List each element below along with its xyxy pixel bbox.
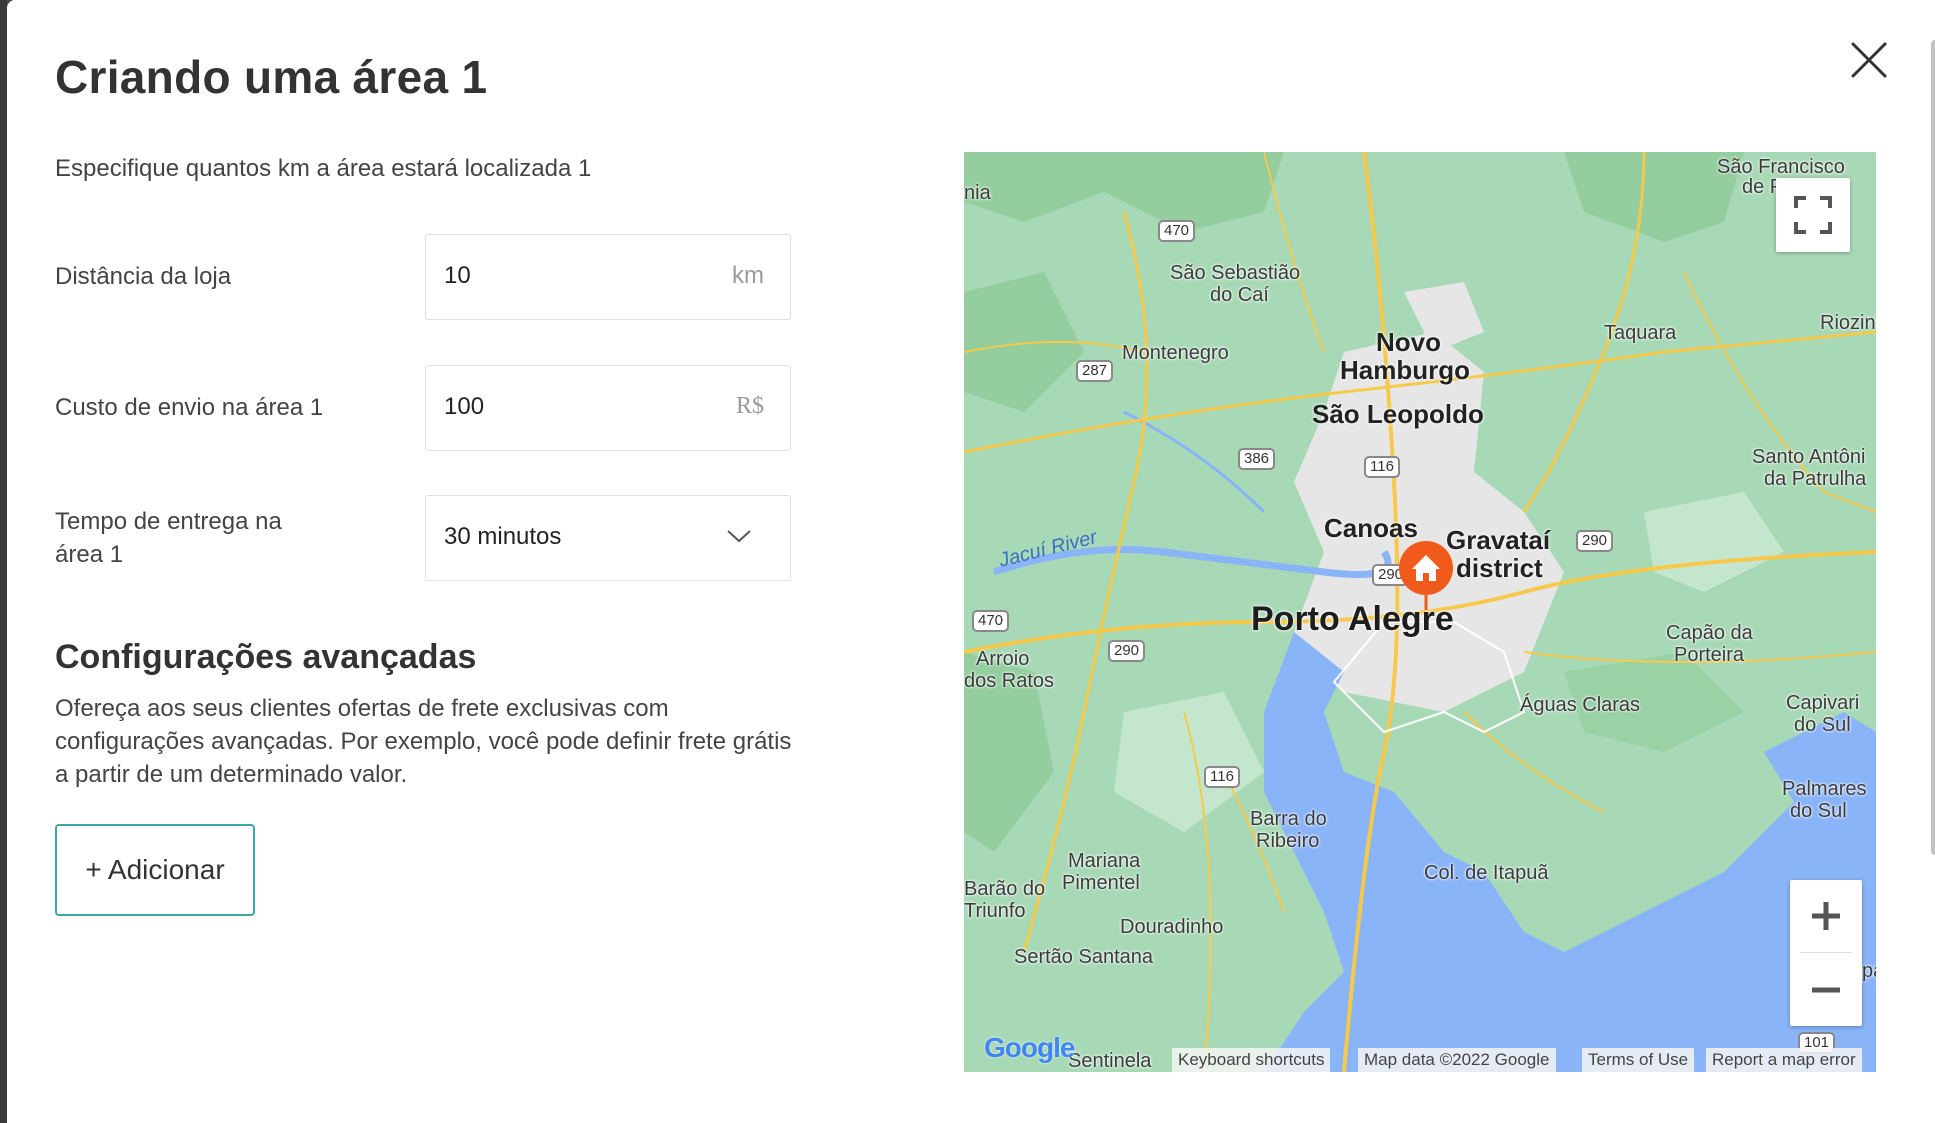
delivery-time-label-line2: área 1 — [55, 541, 124, 568]
report-error-link[interactable]: Report a map error — [1706, 1048, 1862, 1072]
delivery-time-value: 30 minutos — [444, 523, 562, 550]
map-label: São Francisco — [1717, 156, 1845, 178]
map-label: Riozin — [1820, 312, 1876, 334]
add-button[interactable]: + Adicionar — [55, 824, 255, 916]
route-shield: 116 — [1364, 456, 1400, 478]
shipping-cost-field[interactable]: 100 R$ — [425, 365, 791, 451]
advanced-settings-description: Ofereça aos seus clientes ofertas de fre… — [55, 695, 792, 788]
zoom-out-button[interactable] — [1790, 954, 1862, 1026]
map-label: Montenegro — [1122, 342, 1229, 364]
route-shield: 116 — [1204, 766, 1240, 788]
map-label: Palmares — [1782, 778, 1867, 800]
terms-link[interactable]: Terms of Use — [1582, 1048, 1695, 1072]
map-label: Novo — [1376, 327, 1441, 357]
map-label: Porteira — [1674, 644, 1745, 666]
map-label: Sertão Santana — [1014, 946, 1153, 968]
map-label: Santo Antôni — [1752, 446, 1866, 468]
map-label: Ribeiro — [1256, 830, 1320, 852]
shipping-cost-label: Custo de envio na área 1 — [55, 394, 324, 421]
chevron-down-icon — [726, 528, 752, 549]
zoom-in-button[interactable] — [1790, 880, 1862, 952]
map-label: Douradinho — [1120, 916, 1224, 938]
delivery-time-label: Tempo de entrega na área 1 — [55, 505, 282, 571]
store-pin[interactable] — [1398, 540, 1454, 612]
map-data-text: Map data ©2022 Google — [1358, 1048, 1556, 1072]
map-label: da Patrulha — [1764, 468, 1867, 490]
delivery-time-select[interactable]: 30 minutos — [425, 495, 791, 581]
map-label: do Sul — [1794, 714, 1851, 736]
distance-field[interactable]: 10 km — [425, 234, 791, 320]
minus-icon — [1812, 987, 1840, 993]
map-label: Barão do — [964, 878, 1046, 900]
modal-title: Criando uma área 1 — [55, 51, 488, 103]
route-shield: 470 — [1158, 220, 1196, 242]
home-icon — [1399, 541, 1453, 610]
keyboard-shortcuts-link[interactable]: Keyboard shortcuts — [1172, 1048, 1331, 1072]
scrollbar[interactable] — [1931, 40, 1935, 855]
map-label: São Sebastião — [1170, 262, 1301, 284]
map-label: nia — [964, 182, 991, 204]
map-label: Hamburgo — [1340, 355, 1470, 385]
route-shield: 287 — [1076, 360, 1114, 382]
map-label: Triunfo — [964, 900, 1026, 922]
zoom-divider — [1800, 952, 1852, 953]
route-shield: 470 — [972, 610, 1010, 632]
map-label: Águas Claras — [1520, 694, 1641, 716]
distance-unit: km — [732, 262, 764, 289]
close-button[interactable] — [1845, 36, 1893, 84]
map-label: Arroio — [976, 648, 1030, 670]
currency-unit: R$ — [735, 393, 764, 419]
distance-value: 10 — [444, 262, 471, 289]
map-label: Gravataí — [1446, 525, 1551, 555]
fullscreen-button[interactable] — [1776, 178, 1850, 252]
map-label: São Leopoldo — [1312, 399, 1484, 429]
map-label: Capão da — [1666, 622, 1753, 644]
map-label: do Caí — [1210, 284, 1269, 306]
map-label: district — [1456, 553, 1543, 583]
map-label: pa — [1862, 960, 1876, 982]
map-label: Col. de Itapuã — [1424, 862, 1549, 884]
plus-icon — [1812, 902, 1840, 930]
map[interactable]: São Francisco de P nia São Sebastião do … — [964, 152, 1876, 1072]
delivery-time-label-line1: Tempo de entrega na — [55, 508, 282, 535]
map-label: Canoas — [1324, 513, 1418, 543]
map-label: dos Ratos — [964, 670, 1055, 692]
route-shield: 290 — [1576, 530, 1614, 552]
route-shield: 290 — [1108, 640, 1146, 662]
route-shield: 386 — [1238, 448, 1276, 470]
distance-label: Distância da loja — [55, 263, 232, 290]
map-label: Pimentel — [1062, 872, 1140, 894]
advanced-settings-title: Configurações avançadas — [55, 638, 477, 676]
map-label: Barra do — [1250, 808, 1327, 830]
map-attribution: Keyboard shortcuts Map data ©2022 Google… — [964, 1048, 1876, 1072]
fullscreen-icon — [1794, 196, 1832, 234]
map-label: do Sul — [1790, 800, 1847, 822]
map-label: Capivari — [1786, 692, 1860, 714]
modal-subtitle: Especifique quantos km a área estará loc… — [55, 155, 592, 182]
page-backdrop — [0, 0, 7, 1123]
shipping-cost-value: 100 — [444, 393, 485, 420]
close-icon — [1851, 42, 1887, 78]
map-label: Mariana — [1068, 850, 1141, 872]
create-area-modal: Criando uma área 1 Especifique quantos k… — [7, 0, 1935, 1123]
map-label: Taquara — [1604, 322, 1677, 344]
zoom-controls — [1790, 880, 1862, 1026]
